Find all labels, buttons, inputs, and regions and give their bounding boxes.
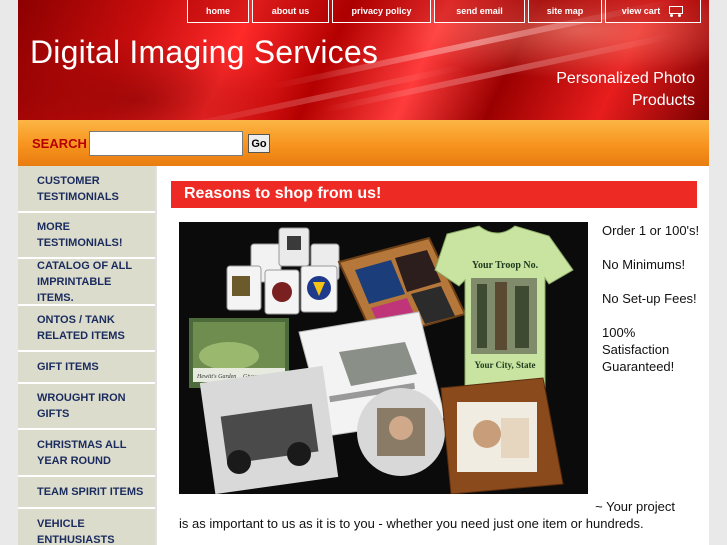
nav-home-label: home bbox=[205, 6, 230, 16]
svg-text:Your Troop No.: Your Troop No. bbox=[472, 260, 539, 271]
nav-privacy-link[interactable]: privacy policy bbox=[332, 0, 431, 23]
sidebar-item-label: WROUGHT IRON GIFTS bbox=[37, 392, 126, 420]
sidebar-item-ontos-tank[interactable]: ONTOS / TANK RELATED ITEMS bbox=[18, 306, 155, 352]
project-statement: ~ Your project is as important to us as … bbox=[179, 498, 687, 532]
sidebar-item-catalog[interactable]: CATALOG OF ALL IMPRINTABLE ITEMS. bbox=[18, 259, 155, 306]
ornament bbox=[357, 388, 445, 476]
jeep-plate bbox=[199, 365, 339, 494]
products-collage-image: Your Troop No. Your City, State Hewitt's… bbox=[179, 222, 588, 494]
sidebar-item-more-testimonials[interactable]: MORE TESTIMONIALS! bbox=[18, 213, 155, 259]
shopping-cart-icon bbox=[666, 5, 684, 17]
site-tagline: Personalized Photo Products bbox=[556, 70, 695, 109]
sidebar-item-christmas[interactable]: CHRISTMAS ALL YEAR ROUND bbox=[18, 430, 155, 477]
reason-item: No Minimums! bbox=[602, 257, 686, 272]
search-go-button[interactable]: Go bbox=[248, 134, 270, 153]
sidebar-nav: CUSTOMER TESTIMONIALS MORE TESTIMONIALS!… bbox=[18, 166, 155, 545]
nav-cart-label: view cart bbox=[621, 6, 661, 16]
sidebar-item-label: CATALOG OF ALL IMPRINTABLE ITEMS. bbox=[37, 259, 132, 304]
section-heading-bar: Reasons to shop from us! bbox=[171, 181, 697, 208]
sidebar-item-label: VEHICLE ENTHUSIASTS bbox=[37, 518, 115, 545]
main-content: Reasons to shop from us! Your Troop No. … bbox=[155, 166, 709, 545]
nav-about-label: about us bbox=[271, 6, 310, 16]
sidebar-item-label: CUSTOMER TESTIMONIALS bbox=[37, 174, 119, 203]
reason-item: No Set-up Fees! bbox=[602, 291, 697, 306]
reasons-list: Order 1 or 100's! No Minimums! No Set-up… bbox=[602, 222, 702, 392]
nav-privacy-label: privacy policy bbox=[351, 6, 412, 16]
site-header: home about us privacy policy send email … bbox=[18, 0, 709, 120]
sidebar-item-label: GIFT ITEMS bbox=[37, 361, 99, 373]
nav-about-link[interactable]: about us bbox=[252, 0, 329, 23]
project-statement-line1: ~ Your project bbox=[595, 499, 675, 514]
sidebar-item-label: TEAM SPIRIT ITEMS bbox=[37, 486, 144, 498]
nav-home-link[interactable]: home bbox=[187, 0, 249, 23]
sidebar-item-label: CHRISTMAS ALL YEAR ROUND bbox=[37, 438, 127, 467]
page: home about us privacy policy send email … bbox=[18, 0, 709, 545]
nav-email-link[interactable]: send email bbox=[434, 0, 525, 23]
reason-item: 100% Satisfaction Guaranteed! bbox=[602, 325, 675, 374]
search-bar: SEARCH Go bbox=[18, 120, 709, 166]
site-title: Digital Imaging Services bbox=[30, 34, 379, 70]
section-heading: Reasons to shop from us! bbox=[184, 185, 382, 202]
project-statement-line2: is as important to us as it is to you - … bbox=[179, 516, 644, 531]
products-photo: Your Troop No. Your City, State Hewitt's… bbox=[179, 222, 588, 494]
sidebar-item-vehicle-enthusiasts[interactable]: VEHICLE ENTHUSIASTS bbox=[18, 509, 155, 545]
nav-sitemap-label: site map bbox=[546, 6, 584, 16]
sidebar-item-wrought-iron[interactable]: WROUGHT IRON GIFTS bbox=[18, 384, 155, 430]
sidebar-item-label: ONTOS / TANK RELATED ITEMS bbox=[37, 314, 125, 342]
sidebar-item-team-spirit[interactable]: TEAM SPIRIT ITEMS bbox=[18, 477, 155, 509]
top-navigation: home about us privacy policy send email … bbox=[187, 0, 701, 23]
search-label: SEARCH bbox=[32, 136, 87, 151]
sidebar-item-gift-items[interactable]: GIFT ITEMS bbox=[18, 352, 155, 384]
search-input[interactable] bbox=[89, 131, 243, 156]
nav-email-label: send email bbox=[456, 6, 503, 16]
sidebar-item-label: MORE TESTIMONIALS! bbox=[37, 221, 123, 249]
svg-text:Your City, State: Your City, State bbox=[474, 360, 535, 370]
nav-sitemap-link[interactable]: site map bbox=[528, 0, 602, 23]
reason-item: Order 1 or 100's! bbox=[602, 223, 700, 238]
nav-cart-link[interactable]: view cart bbox=[605, 0, 701, 23]
wood-frame-box bbox=[440, 377, 564, 494]
sidebar-item-customer-testimonials[interactable]: CUSTOMER TESTIMONIALS bbox=[18, 166, 155, 213]
